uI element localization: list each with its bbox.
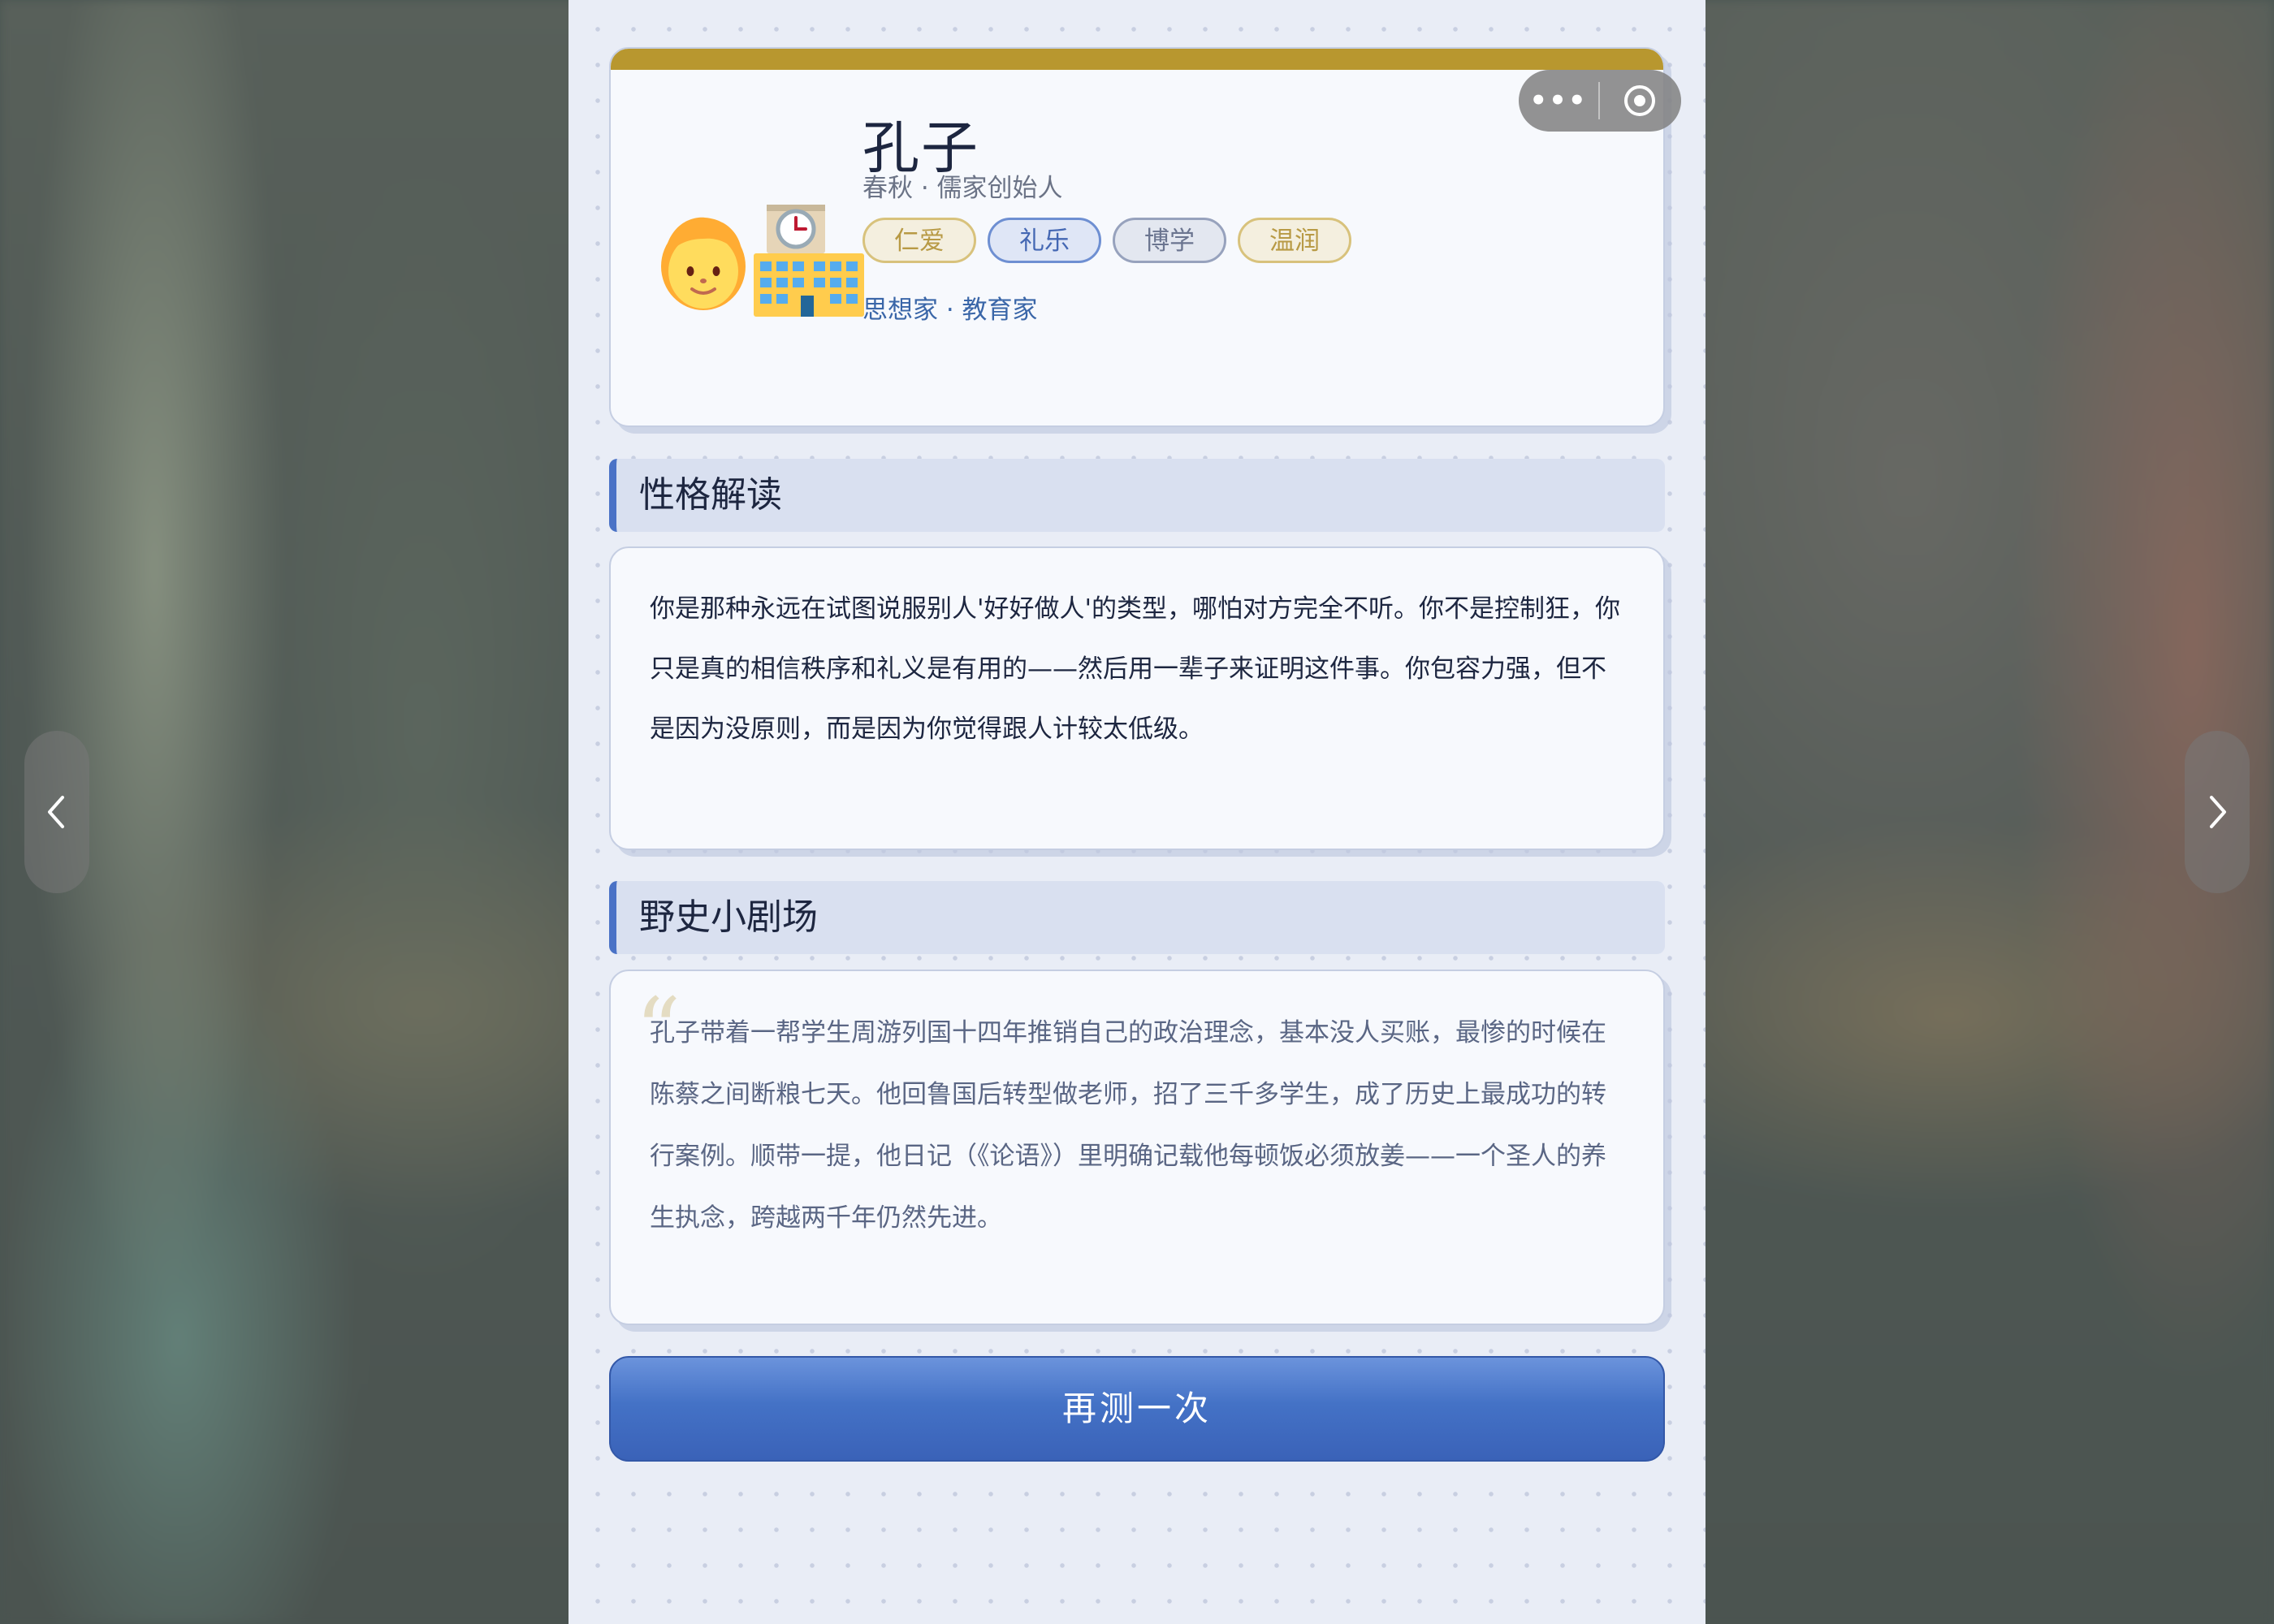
retry-button[interactable]: 再测一次 [609, 1356, 1665, 1462]
trait-tag: 仁爱 [862, 218, 976, 263]
personality-section-title: 性格解读 [609, 459, 1665, 532]
target-circle-icon [1624, 85, 1655, 116]
profile-card: 孔子 春秋 · 儒家创始人 仁爱 礼乐 博学 温润 思想家 · 教育家 [609, 47, 1665, 427]
mini-program-page: 孔子 春秋 · 儒家创始人 仁爱 礼乐 博学 温润 思想家 · 教育家 ••• … [568, 0, 1706, 1624]
more-dots-icon[interactable]: ••• [1519, 84, 1598, 117]
next-button[interactable] [2185, 731, 2250, 893]
anecdote-card: “ 孔子带着一帮学生周游列国十四年推销自己的政治理念，基本没人买账，最惨的时候在… [609, 970, 1665, 1325]
school-building-icon [754, 205, 864, 317]
trait-tag: 礼乐 [988, 218, 1101, 263]
personality-card: 你是那种永远在试图说服别人'好好做人'的类型，哪怕对方完全不听。你不是控制狂，你… [609, 546, 1665, 850]
personality-text: 你是那种永远在试图说服别人'好好做人'的类型，哪怕对方完全不听。你不是控制狂，你… [650, 594, 1621, 744]
close-capsule-button[interactable] [1600, 85, 1680, 116]
trait-tags: 仁爱 礼乐 博学 温润 [862, 218, 1351, 263]
chevron-right-icon [2210, 796, 2226, 828]
figure-roles: 思想家 · 教育家 [862, 296, 1038, 325]
person-icon [661, 217, 746, 310]
figure-era: 春秋 · 儒家创始人 [862, 174, 1063, 203]
trait-tag: 温润 [1238, 218, 1351, 263]
anecdote-section-title: 野史小剧场 [609, 881, 1665, 954]
trait-tag: 博学 [1113, 218, 1226, 263]
anecdote-text: 孔子带着一帮学生周游列国十四年推销自己的政治理念，基本没人买账，最惨的时候在陈蔡… [650, 1018, 1606, 1233]
chevron-left-icon [48, 796, 64, 828]
previous-button[interactable] [24, 731, 89, 893]
mini-program-capsule: ••• [1519, 70, 1681, 132]
card-accent-bar [611, 49, 1663, 70]
